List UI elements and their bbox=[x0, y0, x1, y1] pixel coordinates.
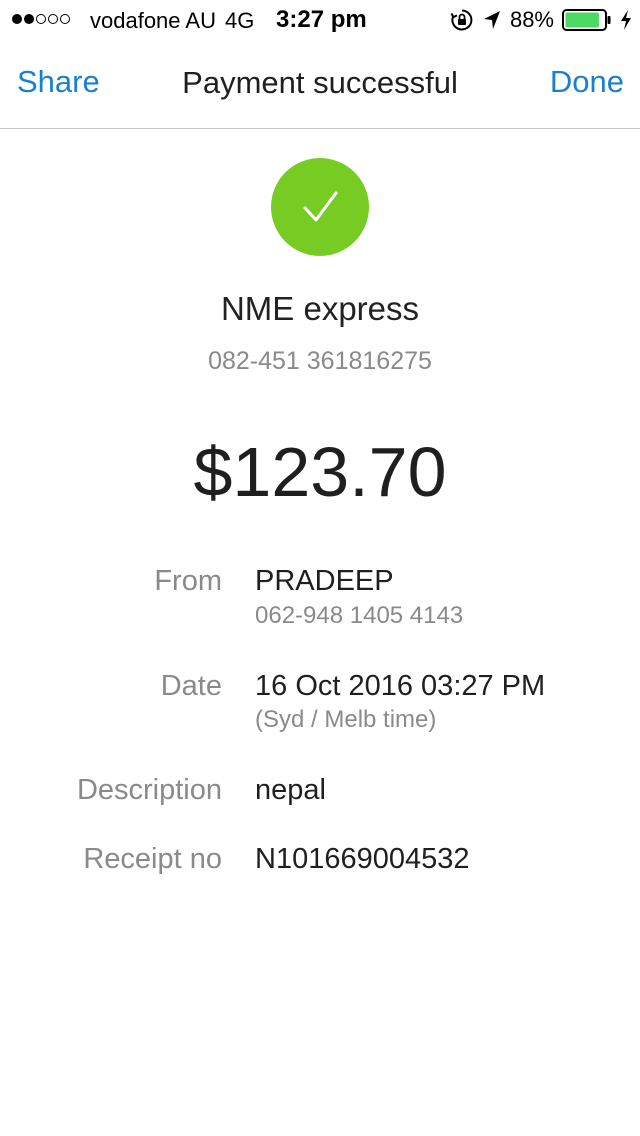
orientation-lock-icon bbox=[450, 9, 473, 31]
success-badge bbox=[271, 158, 369, 256]
battery-percent: 88% bbox=[509, 7, 554, 32]
date-value: 16 Oct 2016 03:27 PM bbox=[255, 670, 546, 702]
from-account: 062-948 1405 4143 bbox=[255, 602, 464, 629]
navigation-bar: Share Payment successful Done bbox=[0, 40, 640, 129]
date-label: Date bbox=[160, 670, 222, 702]
status-time: 3:27 pm bbox=[276, 6, 367, 33]
location-arrow-icon bbox=[483, 11, 500, 29]
battery-icon bbox=[562, 9, 611, 31]
receipt-label: Receipt no bbox=[83, 843, 222, 875]
network-type: 4G bbox=[225, 8, 255, 33]
payee-name: NME express bbox=[220, 290, 420, 327]
from-value: PRADEEP bbox=[255, 565, 394, 597]
signal-dot bbox=[12, 14, 22, 24]
page-title: Payment successful bbox=[182, 65, 458, 100]
from-label: From bbox=[154, 565, 222, 597]
charging-bolt-icon bbox=[621, 10, 631, 30]
signal-dot bbox=[24, 14, 34, 24]
checkmark-icon bbox=[303, 191, 338, 222]
receipt-number: N101669004532 bbox=[255, 843, 470, 875]
status-bar: vodafone AU 4G 3:27 pm 88% bbox=[0, 0, 640, 40]
done-button[interactable]: Done bbox=[550, 64, 624, 100]
signal-dot bbox=[60, 14, 70, 24]
date-timezone-note: (Syd / Melb time) bbox=[255, 706, 437, 733]
carrier-name: vodafone AU bbox=[90, 8, 216, 33]
status-right-group: 88% bbox=[450, 6, 632, 34]
signal-strength-icon bbox=[12, 14, 70, 24]
payment-amount: $123.70 bbox=[193, 433, 447, 511]
payee-account-number: 082-451 361816275 bbox=[208, 347, 432, 375]
description-label: Description bbox=[76, 774, 222, 806]
signal-dot bbox=[48, 14, 58, 24]
signal-dot bbox=[36, 14, 46, 24]
description-value: nepal bbox=[255, 774, 326, 806]
